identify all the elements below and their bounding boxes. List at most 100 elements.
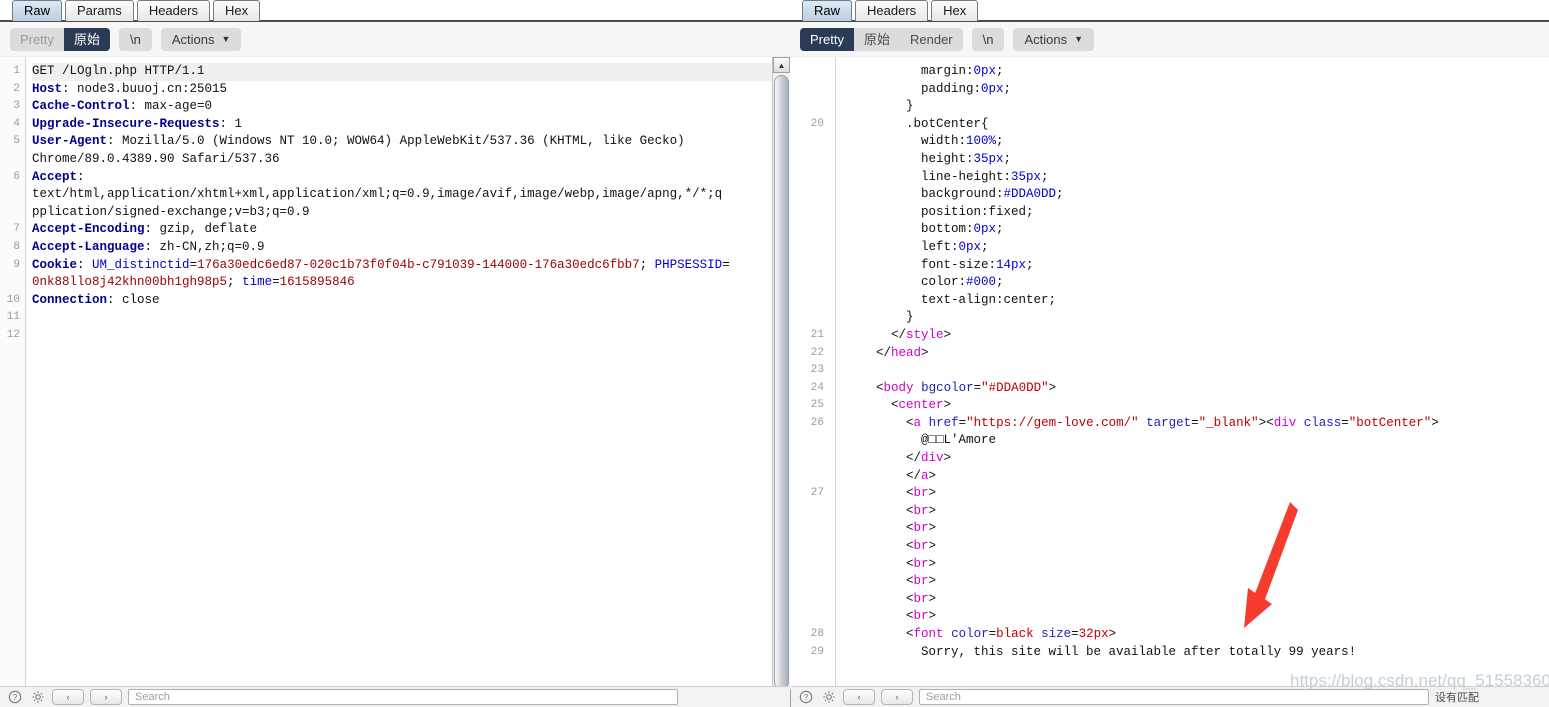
line-number — [790, 98, 829, 116]
response-code-area[interactable]: 20 21 22 23 24 25 26 27 28 29 margin:0px; padding… — [790, 57, 1549, 707]
code-line: Accept: — [32, 169, 85, 184]
line-number — [790, 608, 829, 626]
code-line: Sorry, this site will be available after… — [921, 644, 1357, 659]
response-pretty-button[interactable]: Pretty — [800, 27, 854, 51]
response-view-mode-group: Pretty 原始 Render — [800, 27, 963, 51]
response-search-input[interactable]: Search — [919, 689, 1429, 705]
code-line: Cookie: UM_distinctid=176a30edc6ed87-020… — [32, 257, 730, 272]
code-line: GET /LOgln.php HTTP/1.1 — [32, 63, 790, 81]
svg-text:?: ? — [803, 693, 808, 702]
line-number — [790, 274, 829, 292]
request-tab-raw[interactable]: Raw — [12, 0, 63, 21]
request-tab-hex[interactable]: Hex — [212, 0, 261, 21]
line-number — [0, 204, 25, 222]
line-number: 26 — [810, 416, 824, 429]
request-actionbar: Pretty 原始 \n Actions ▼ — [0, 22, 790, 57]
code-line: <body bgcolor="#DDA0DD"> — [876, 380, 1057, 395]
code-line: <br> — [906, 521, 937, 536]
line-number — [790, 450, 829, 468]
line-number: 28 — [810, 628, 824, 640]
line-number — [790, 239, 829, 257]
request-view-mode-group: Pretty 原始 — [10, 27, 110, 51]
code-line: font-size:14px; — [921, 257, 1034, 272]
line-number — [790, 309, 829, 327]
line-number — [0, 151, 25, 169]
request-code-area[interactable]: 1 2 3 4 5 6 7 8 9 10 11 12 GET /LOgln.php HTTP/1.1 H… — [0, 57, 790, 707]
response-body-text[interactable]: margin:0px; padding:0px; } .botCenter{ w… — [836, 57, 1549, 707]
code-line: </head> — [876, 345, 929, 360]
response-actions-button[interactable]: Actions ▼ — [1013, 27, 1095, 51]
code-line: margin:0px; — [921, 64, 1004, 78]
gear-icon[interactable] — [820, 689, 837, 706]
request-tab-headers[interactable]: Headers — [136, 0, 210, 21]
code-line: .botCenter{ — [906, 116, 989, 131]
code-line: Chrome/89.0.4389.90 Safari/537.36 — [32, 151, 280, 166]
line-number: 1 — [13, 65, 20, 77]
line-number: 7 — [13, 223, 20, 236]
code-line: User-Agent: Mozilla/5.0 (Windows NT 10.0… — [32, 134, 685, 149]
request-raw-text[interactable]: GET /LOgln.php HTTP/1.1 Host: node3.buuoj… — [26, 57, 790, 707]
line-number — [790, 151, 829, 169]
line-number: 24 — [810, 381, 824, 394]
code-line: Connection: close — [32, 292, 160, 307]
code-line: <center> — [891, 398, 952, 413]
request-search-input[interactable]: Search — [128, 689, 678, 705]
code-line: color:#000; — [921, 275, 1004, 290]
code-line: height:35px; — [921, 151, 1012, 166]
response-tab-raw[interactable]: Raw — [802, 0, 853, 21]
response-panel: Raw Headers Hex Pretty 原始 Render \n Acti… — [790, 0, 1549, 707]
search-prev-button[interactable]: ‹ — [52, 689, 84, 705]
line-number: 27 — [810, 487, 824, 500]
line-number — [790, 520, 829, 538]
request-newline-button[interactable]: \n — [118, 27, 152, 51]
scroll-up-icon[interactable]: ▲ — [773, 57, 790, 73]
search-prev-button[interactable]: ‹ — [843, 689, 875, 705]
code-line: Upgrade-Insecure-Requests: 1 — [32, 116, 243, 131]
response-render-button[interactable]: Render — [900, 28, 963, 51]
response-newline-button[interactable]: \n — [971, 27, 1005, 51]
line-number: 23 — [810, 364, 824, 377]
line-number: 29 — [810, 645, 824, 658]
line-number — [0, 274, 25, 292]
line-number — [790, 503, 829, 521]
code-line: Accept-Encoding: gzip, deflate — [32, 222, 258, 237]
svg-text:?: ? — [12, 693, 17, 702]
request-actions-button[interactable]: Actions ▼ — [160, 27, 242, 51]
line-number: 8 — [13, 240, 20, 253]
response-actionbar: Pretty 原始 Render \n Actions ▼ — [790, 22, 1549, 57]
response-tab-hex[interactable]: Hex — [931, 0, 979, 21]
request-tab-params[interactable]: Params — [65, 0, 134, 21]
search-next-button[interactable]: › — [90, 689, 122, 705]
line-number: 20 — [810, 117, 824, 130]
code-line: text/html,application/xhtml+xml,applicat… — [32, 187, 723, 202]
gear-icon[interactable] — [29, 689, 46, 706]
help-icon[interactable]: ? — [6, 689, 23, 706]
line-number: 11 — [6, 311, 20, 324]
line-number — [790, 538, 829, 556]
code-line: <br> — [906, 609, 937, 624]
request-panel: Raw Params Headers Hex Pretty 原始 \n Acti… — [0, 0, 790, 707]
request-vertical-scrollbar[interactable]: ▲ ▼ — [772, 57, 790, 707]
code-line: width:100%; — [921, 134, 1004, 149]
search-next-button[interactable]: › — [881, 689, 913, 705]
code-line: 0nk88llo8j42khn00bh1gh98p5; time=1615895… — [32, 275, 355, 290]
request-scroll-thumb[interactable] — [774, 75, 789, 689]
code-line: <br> — [906, 591, 937, 606]
line-number — [790, 591, 829, 609]
request-pretty-button[interactable]: Pretty — [10, 28, 64, 51]
help-icon[interactable]: ? — [797, 689, 814, 706]
chevron-down-icon: ▼ — [221, 34, 231, 44]
code-line: background:#DDA0DD; — [921, 187, 1064, 202]
code-line: Host: node3.buuoj.cn:25015 — [32, 81, 228, 96]
code-line: pplication/signed-exchange;v=b3;q=0.9 — [32, 204, 310, 219]
chevron-down-icon: ▼ — [1074, 34, 1084, 44]
request-raw-button[interactable]: 原始 — [63, 27, 110, 51]
response-raw-button[interactable]: 原始 — [854, 28, 900, 51]
response-footer: ? ‹ › Search 设有匹配 — [791, 686, 1549, 707]
line-number: 4 — [13, 117, 20, 130]
line-number: 9 — [13, 258, 20, 271]
response-tab-headers[interactable]: Headers — [855, 0, 929, 21]
burp-suite-window: Raw Params Headers Hex Pretty 原始 \n Acti… — [0, 0, 1549, 707]
code-line: <font color=black size=32px> — [906, 627, 1117, 641]
